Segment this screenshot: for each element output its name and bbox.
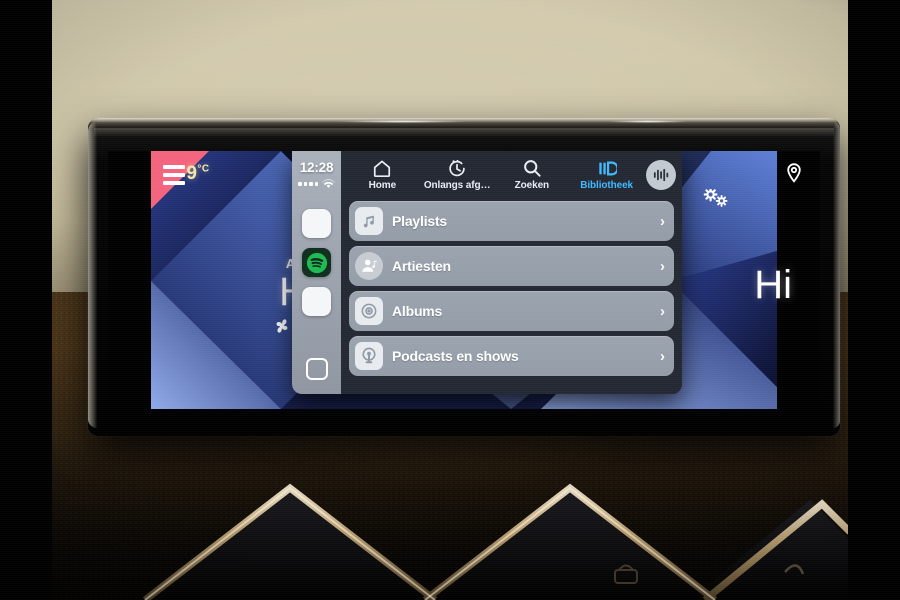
list-item-albums-label: Albums bbox=[392, 303, 443, 319]
list-item-artiesten-label: Artiesten bbox=[392, 258, 451, 274]
photo-stage: 9°C A/C Hi bbox=[0, 0, 900, 600]
house-icon bbox=[374, 160, 391, 178]
tab-library[interactable]: Bibliotheek bbox=[569, 159, 644, 191]
status-clock: 12:28 bbox=[299, 160, 334, 175]
bezel-left-chrome bbox=[88, 122, 97, 428]
carplay-panel[interactable]: 12:28 Home Onlangs afg… Zoeken Bibliothe… bbox=[292, 151, 682, 394]
podcast-mic-glyph bbox=[362, 347, 376, 364]
tab-library-label: Bibliotheek bbox=[580, 180, 634, 191]
chevron-right-icon: › bbox=[660, 302, 665, 320]
infotainment-screen[interactable]: 9°C A/C Hi bbox=[108, 151, 820, 409]
letterbox-right bbox=[848, 0, 900, 600]
app-icon-blank-top[interactable] bbox=[302, 209, 331, 238]
signal-dots-icon bbox=[298, 182, 318, 186]
bezel-highlight-left bbox=[338, 120, 468, 123]
bezel-right-chrome bbox=[833, 122, 840, 428]
outside-temperature: 9°C bbox=[108, 163, 288, 185]
carplay-tab-bar[interactable]: Home Onlangs afg… Zoeken Bibliotheek bbox=[341, 151, 682, 199]
chevron-right-icon: › bbox=[660, 212, 665, 230]
podcast-mic-icon bbox=[355, 342, 383, 370]
list-item-playlists-label: Playlists bbox=[392, 213, 448, 229]
list-item-playlists[interactable]: Playlists › bbox=[349, 201, 674, 241]
gears-icon[interactable] bbox=[702, 187, 732, 216]
list-item-podcasts[interactable]: Podcasts en shows › bbox=[349, 336, 674, 376]
chevron-right-icon: › bbox=[660, 257, 665, 275]
tab-search[interactable]: Zoeken bbox=[495, 159, 570, 191]
carplay-content: Home Onlangs afg… Zoeken Bibliotheek Pla… bbox=[341, 151, 682, 394]
now-playing-waveform-icon[interactable] bbox=[646, 160, 676, 190]
fan-icon[interactable] bbox=[272, 317, 292, 335]
bezel-top-chrome bbox=[88, 118, 840, 128]
album-disc-icon bbox=[355, 297, 383, 325]
temperature-value: 9 bbox=[186, 163, 198, 184]
chrome-trim bbox=[50, 460, 850, 600]
tab-recently-played[interactable]: Onlangs afg… bbox=[420, 159, 495, 191]
library-list[interactable]: Playlists › Artiesten › Albums › Podcast… bbox=[341, 199, 682, 376]
app-icon-spotify[interactable] bbox=[302, 248, 331, 277]
climate-level-right: Hi bbox=[754, 263, 792, 307]
home-button-icon[interactable] bbox=[305, 358, 328, 380]
artist-person-icon bbox=[355, 252, 383, 280]
wifi-icon bbox=[322, 179, 335, 188]
list-item-podcasts-label: Podcasts en shows bbox=[392, 348, 519, 364]
search-icon bbox=[524, 160, 541, 177]
recently-played-clock-icon bbox=[449, 159, 465, 177]
carplay-app-dock[interactable] bbox=[302, 209, 331, 316]
chrome-trim-svg bbox=[142, 483, 850, 600]
app-icon-blank-bottom[interactable] bbox=[302, 287, 331, 316]
waveform-glyph bbox=[653, 168, 668, 182]
music-note-icon bbox=[355, 207, 383, 235]
tab-recently-played-label: Onlangs afg… bbox=[423, 180, 491, 191]
location-pin-icon[interactable] bbox=[786, 163, 802, 188]
chevron-right-icon: › bbox=[660, 347, 665, 365]
tab-home-label: Home bbox=[368, 180, 397, 191]
head-unit-bezel: 9°C A/C Hi bbox=[88, 118, 840, 436]
list-item-artiesten[interactable]: Artiesten › bbox=[349, 246, 674, 286]
list-item-albums[interactable]: Albums › bbox=[349, 291, 674, 331]
bezel-top-gloss bbox=[94, 128, 834, 137]
status-indicators bbox=[298, 179, 335, 189]
music-note-glyph bbox=[363, 215, 374, 227]
album-disc-glyph bbox=[361, 303, 377, 319]
bezel-highlight-right bbox=[608, 120, 688, 123]
tab-home[interactable]: Home bbox=[345, 159, 420, 191]
artist-person-glyph bbox=[362, 259, 377, 272]
spotify-logo-icon bbox=[306, 252, 327, 273]
temperature-unit: °C bbox=[197, 163, 210, 175]
letterbox-left bbox=[0, 0, 52, 600]
carplay-sidebar[interactable]: 12:28 bbox=[292, 151, 341, 394]
tab-search-label: Zoeken bbox=[514, 180, 550, 191]
library-bars-icon bbox=[598, 161, 617, 176]
